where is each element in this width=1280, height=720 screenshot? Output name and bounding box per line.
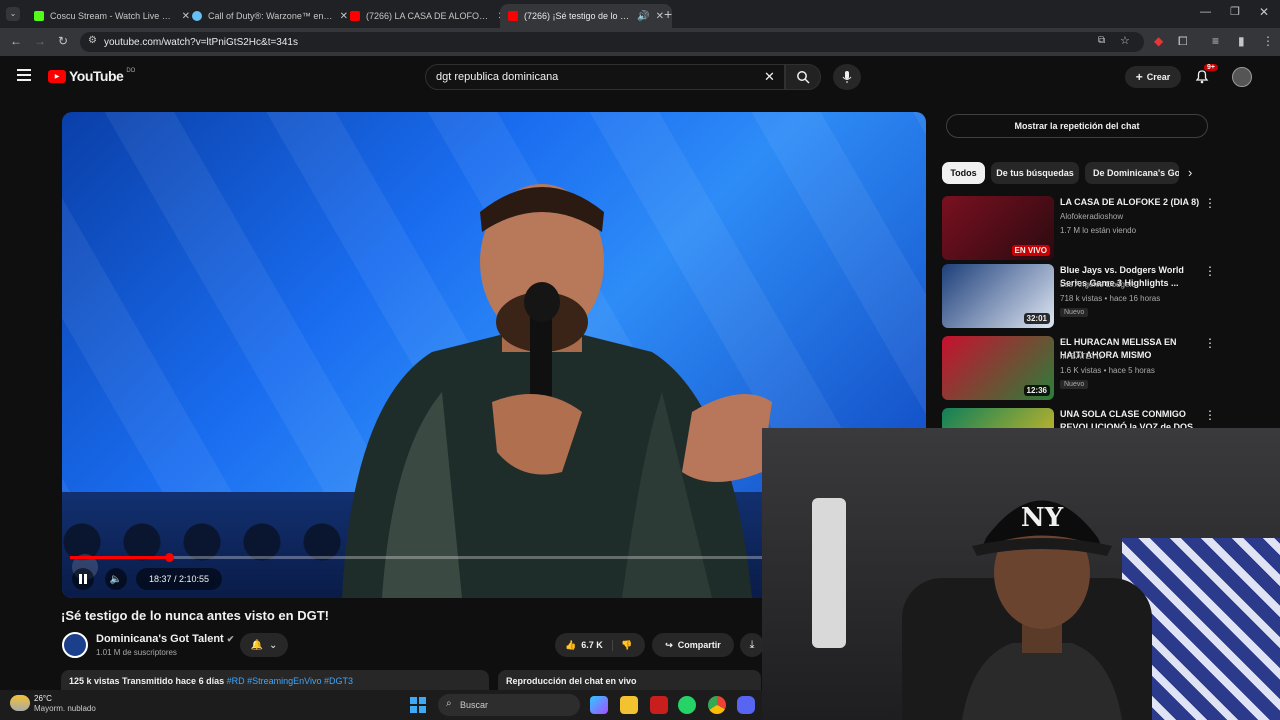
recommended-channel: mi BATEYtv [1060, 352, 1103, 361]
share-button[interactable]: ↪ Compartir [652, 633, 734, 657]
video-progress-bar[interactable] [70, 553, 770, 562]
new-badge: Nuevo [1060, 380, 1089, 389]
whatsapp-icon[interactable] [678, 696, 696, 714]
bell-icon: 🔔 [250, 639, 264, 651]
duration-badge: 12:36 [1023, 385, 1050, 396]
share-label: Compartir [677, 640, 721, 650]
file-explorer-icon[interactable] [620, 696, 638, 714]
recommended-channel: Los Angeles Dodgers [1060, 280, 1137, 289]
video-title: ¡Sé testigo de lo nunca antes visto en D… [61, 608, 329, 623]
share-icon: ↪ [665, 639, 673, 650]
progress-played [70, 556, 170, 559]
channel-name-text: Dominicana's Got Talent [96, 633, 224, 645]
recommended-video[interactable]: 12:36 EL HURACAN MELISSA EN HAITI AHORA M… [942, 336, 1216, 402]
hashtags[interactable]: #RD #StreamingEnVivo #DGT3 [227, 676, 353, 686]
channel-name[interactable]: Dominicana's Got Talent ✔ [96, 633, 234, 645]
new-badge: Nuevo [1060, 308, 1089, 317]
app-red-icon[interactable] [650, 696, 668, 714]
copilot-icon[interactable] [590, 696, 608, 714]
volume-button[interactable]: 🔈 [105, 568, 127, 590]
dislike-button[interactable]: 👎 [613, 640, 632, 651]
recommendations-list: EN VIVO LA CASA DE ALOFOKE 2 (DIA 8) Alofo… [0, 0, 1280, 428]
webcam-fan [812, 498, 846, 648]
video-thumbnail[interactable]: 32:01 [942, 264, 1054, 328]
recommended-meta: 1.7 M lo están viendo [1060, 226, 1137, 235]
weather-description: Mayorm. nublado [34, 704, 96, 713]
recommended-channel: Alofokeradioshow [1060, 212, 1124, 221]
recommended-video[interactable]: UNA SOLA CLASE CONMIGO REVOLUCIONÓ la VO… [942, 408, 1216, 428]
more-actions-icon[interactable]: ⋮ [1204, 336, 1216, 350]
like-button[interactable]: 👍 6.7 K [555, 639, 613, 651]
subscriber-count: 1.01 M de suscriptores [96, 648, 177, 657]
video-thumbnail[interactable]: EN VIVO [942, 196, 1054, 260]
svg-text:NY: NY [1021, 503, 1064, 533]
taskbar-search-box[interactable]: ⌕ Buscar [438, 694, 580, 716]
chevron-down-icon: ⌄ [269, 639, 278, 651]
volume-icon: 🔈 [109, 573, 123, 585]
search-icon: ⌕ [446, 698, 452, 709]
view-count-and-date: 125 k vistas Transmitido hace 6 días [69, 676, 225, 686]
download-icon: ⤓ [749, 638, 755, 651]
thumbs-up-icon: 👍 [565, 639, 577, 650]
like-count: 6.7 K [581, 640, 603, 650]
channel-avatar[interactable] [62, 632, 88, 658]
recommended-video[interactable]: EN VIVO LA CASA DE ALOFOKE 2 (DIA 8) Alofo… [942, 196, 1216, 262]
recommended-video-title: UNA SOLA CLASE CONMIGO REVOLUCIONÓ la VO… [1060, 409, 1194, 428]
discord-icon[interactable] [737, 696, 755, 714]
like-dislike-group: 👍 6.7 K 👎 [555, 633, 645, 657]
weather-icon[interactable] [10, 695, 30, 711]
pause-icon [79, 574, 87, 584]
time-text: 18:37 / 2:10:55 [148, 574, 210, 584]
more-actions-icon[interactable]: ⋮ [1204, 264, 1216, 278]
weather-temperature: 26°C [34, 694, 52, 703]
pause-button[interactable] [72, 568, 94, 590]
search-placeholder: Buscar [460, 700, 489, 710]
windows-taskbar [0, 690, 762, 720]
time-display: 18:37 / 2:10:55 [136, 568, 222, 590]
more-actions-icon[interactable]: ⋮ [1204, 408, 1216, 422]
thumbs-down-icon: 👎 [621, 639, 633, 650]
live-badge: EN VIVO [1011, 245, 1050, 256]
recommended-meta: 1.6 K vistas • hace 5 horas [1060, 366, 1155, 375]
verified-icon: ✔ [226, 634, 235, 644]
subscription-bell-button[interactable]: 🔔 ⌄ [240, 633, 288, 657]
recommended-video[interactable]: 32:01 Blue Jays vs. Dodgers World Series … [942, 264, 1216, 330]
more-actions-icon[interactable]: ⋮ [1204, 196, 1216, 210]
streamer-webcam-overlay: NY [762, 428, 1280, 720]
streamer-figure: NY [962, 500, 1122, 720]
video-thumbnail[interactable] [942, 408, 1054, 428]
video-thumbnail[interactable]: 12:36 [942, 336, 1054, 400]
duration-badge: 32:01 [1023, 313, 1050, 324]
chrome-icon[interactable] [708, 696, 726, 714]
recommended-meta: 718 k vistas • hace 16 horas [1060, 294, 1161, 303]
download-button[interactable]: ⤓ [740, 633, 764, 657]
chat-replay-label: Reproducción del chat en vivo [506, 676, 637, 686]
windows-start-icon[interactable] [410, 697, 426, 713]
recommended-video-title: LA CASA DE ALOFOKE 2 (DIA 8) [1060, 197, 1200, 207]
